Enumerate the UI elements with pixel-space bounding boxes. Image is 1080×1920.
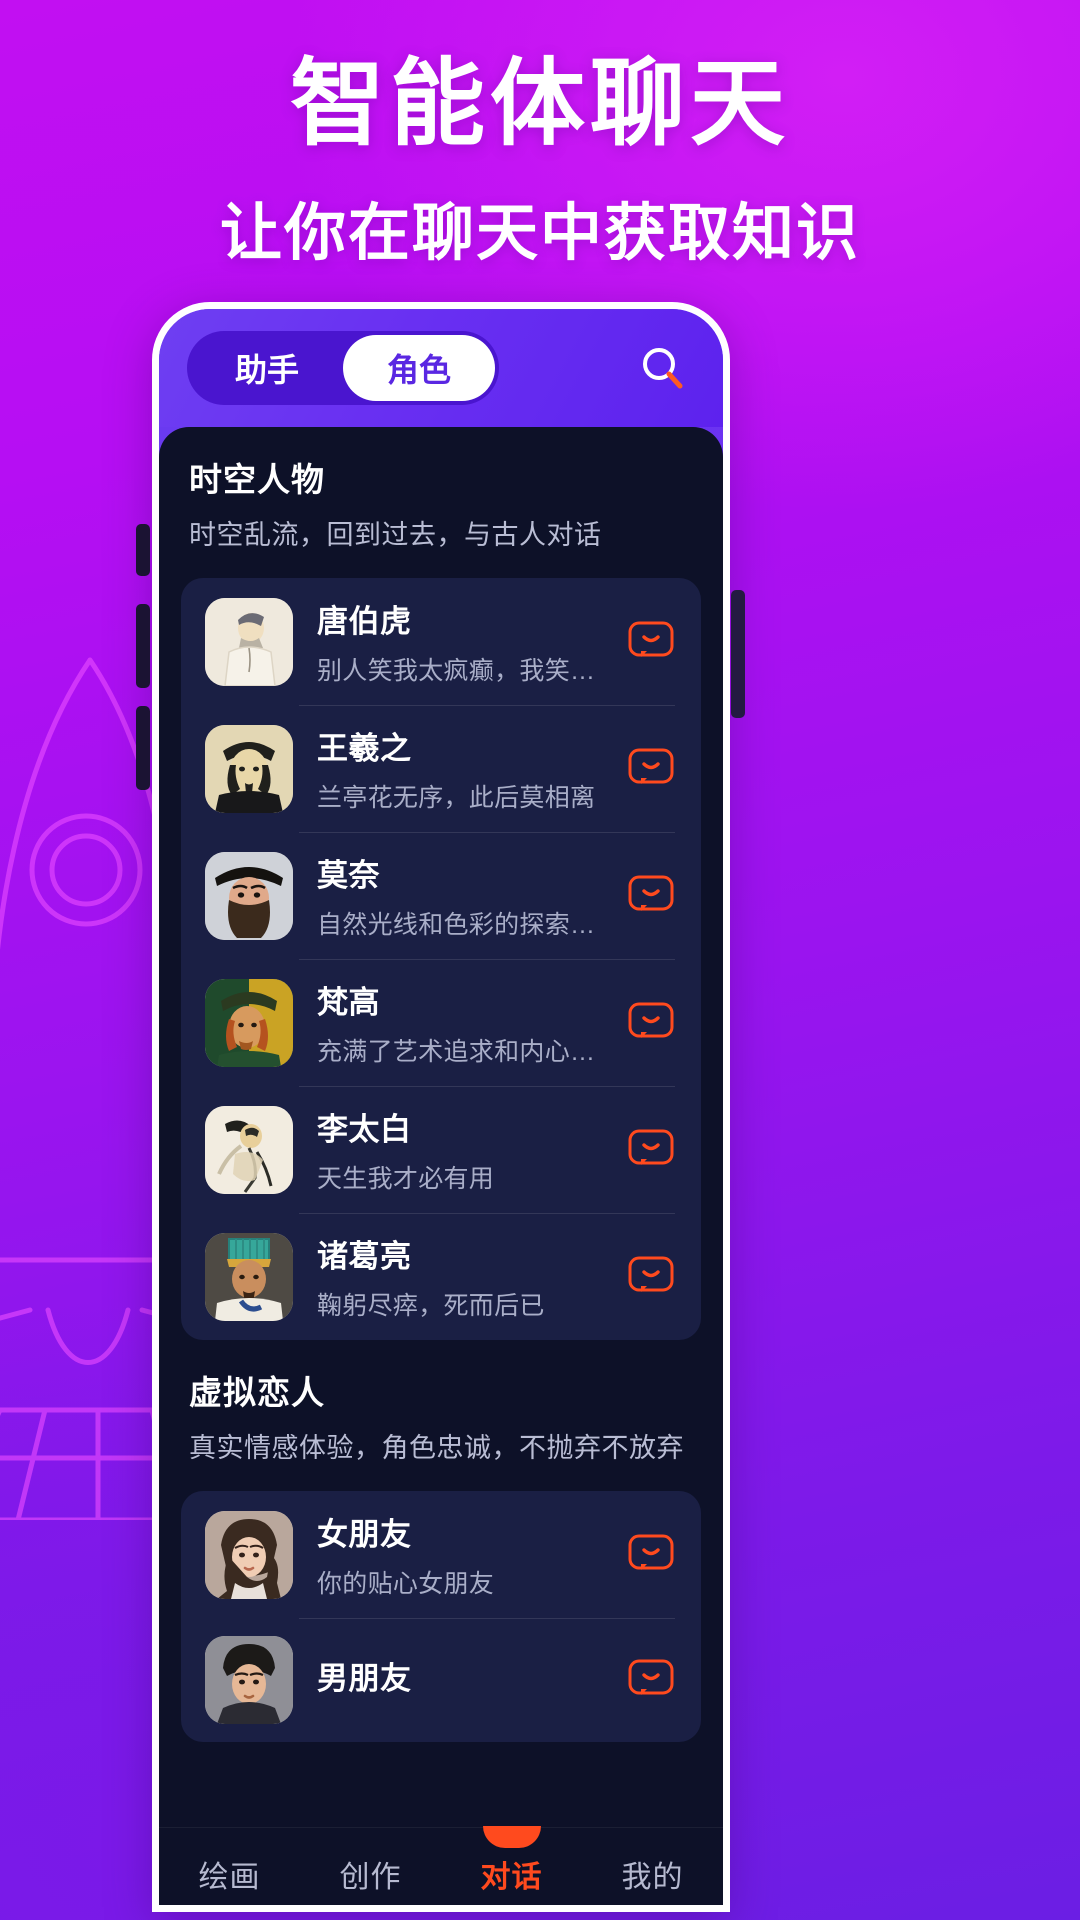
section-header-xuni: 虚拟恋人 真实情感体验，角色忠诚，不抛弃不放弃 [159,1340,723,1469]
list-item[interactable]: 王羲之 兰亭花无序，此后莫相离 [181,705,701,832]
list-item-text: 莫奈 自然光线和色彩的探索大师 [317,850,617,941]
phone-power-button [731,590,745,718]
avatar [205,978,293,1067]
chat-button[interactable] [627,1128,675,1172]
list-item-name: 王羲之 [317,731,412,766]
chat-bubble-icon [628,1534,674,1570]
chat-bubble-icon [628,1256,674,1292]
list-item-desc: 自然光线和色彩的探索大师 [317,911,617,939]
list-item-name: 唐伯虎 [317,604,412,639]
avatar [205,1510,293,1599]
phone-volume-up-button [136,604,150,688]
list-item-desc: 充满了艺术追求和内心的挣扎 [317,1038,617,1066]
character-card-xuni: 女朋友 你的贴心女朋友 男朋友 [181,1491,701,1742]
phone-volume-down-button [136,706,150,790]
list-item[interactable]: 梵高 充满了艺术追求和内心的挣扎 [181,959,701,1086]
section-subtitle: 真实情感体验，角色忠诚，不抛弃不放弃 [189,1433,684,1463]
avatar [205,597,293,686]
section-title: 时空人物 [189,461,325,498]
bottom-navigation-bar: 绘画 创作 对话 我的 [159,1827,723,1905]
list-item-desc: 别人笑我太疯癫，我笑他人看不穿 [317,657,617,685]
list-item[interactable]: 莫奈 自然光线和色彩的探索大师 [181,832,701,959]
list-item-text: 男朋友 [317,1653,617,1708]
list-item[interactable]: 女朋友 你的贴心女朋友 [181,1491,701,1618]
section-title: 虚拟恋人 [189,1374,325,1411]
list-item-desc: 兰亭花无序，此后莫相离 [317,784,596,812]
avatar [205,1636,293,1724]
promo-headline: 智能体聊天 [289,51,790,157]
section-subtitle: 时空乱流，回到过去，与古人对话 [189,520,602,550]
promo-text-block: 智能体聊天 让你在聊天中获取知识 [0,48,1080,272]
list-item-text: 唐伯虎 别人笑我太疯癫，我笑他人看不穿 [317,596,617,687]
list-item-text: 梵高 充满了艺术追求和内心的挣扎 [317,977,617,1068]
chat-bubble-icon [628,875,674,911]
nav-item-creation[interactable]: 创作 [300,1852,441,1896]
list-item-text: 李太白 天生我才必有用 [317,1104,617,1195]
list-item-desc: 鞠躬尽瘁，死而后已 [317,1292,545,1320]
list-item-name: 梵高 [317,985,380,1020]
list-item-text: 王羲之 兰亭花无序，此后莫相离 [317,723,617,814]
list-item-text: 女朋友 你的贴心女朋友 [317,1509,617,1600]
phone-mute-button [136,524,150,576]
chat-bubble-icon [628,748,674,784]
list-item[interactable]: 男朋友 [181,1618,701,1742]
avatar [205,1105,293,1194]
list-item[interactable]: 李太白 天生我才必有用 [181,1086,701,1213]
phone-mockup: 助手 角色 时空人物 时空乱流，回到过去，与古人对话 唐伯虎 别人笑我太疯癫，我… [152,302,730,1912]
list-item-desc: 天生我才必有用 [317,1165,495,1193]
search-button[interactable] [623,329,701,407]
list-item-name: 女朋友 [317,1517,412,1552]
avatar [205,851,293,940]
chat-button[interactable] [627,620,675,664]
avatar [205,1232,293,1321]
chat-button[interactable] [627,874,675,918]
chat-button[interactable] [627,1658,675,1702]
chat-button[interactable] [627,1533,675,1577]
chat-bubble-icon [628,1129,674,1165]
list-item-name: 男朋友 [317,1660,412,1696]
avatar-girlfriend-icon [205,1510,293,1599]
list-item[interactable]: 诸葛亮 鞠躬尽瘁，死而后已 [181,1213,701,1340]
section-header-shikong: 时空人物 时空乱流，回到过去，与古人对话 [159,427,723,556]
chat-button[interactable] [627,1001,675,1045]
avatar-zhugeliang-icon [205,1232,293,1321]
list-item-text: 诸葛亮 鞠躬尽瘁，死而后已 [317,1231,617,1322]
tab-role[interactable]: 角色 [343,335,496,401]
promo-subheadline: 让你在聊天中获取知识 [219,199,860,269]
list-item-desc: 你的贴心女朋友 [317,1570,495,1598]
avatar-litaibai-icon [205,1105,293,1194]
avatar-monet-icon [205,851,293,940]
chat-button[interactable] [627,1255,675,1299]
list-item-name: 诸葛亮 [317,1239,412,1274]
chat-bubble-icon [628,1002,674,1038]
nav-item-mine[interactable]: 我的 [582,1852,723,1896]
list-item[interactable]: 唐伯虎 别人笑我太疯癫，我笑他人看不穿 [181,578,701,705]
tab-switcher[interactable]: 助手 角色 [187,331,500,405]
avatar-vangogh-icon [205,978,293,1067]
chat-bubble-icon [628,621,674,657]
avatar-boyfriend-icon [205,1636,293,1724]
search-icon [643,348,683,389]
app-top-bar: 助手 角色 [159,309,723,427]
chat-button[interactable] [627,747,675,791]
avatar-tangbohu-icon [205,597,293,686]
avatar-wangxizhi-icon [205,724,293,813]
app-content-scroll[interactable]: 时空人物 时空乱流，回到过去，与古人对话 唐伯虎 别人笑我太疯癫，我笑他 王羲之… [159,427,723,1905]
list-item-name: 莫奈 [317,858,380,893]
chat-bubble-icon [628,1659,674,1695]
tab-assistant[interactable]: 助手 [191,335,343,401]
nav-item-chat[interactable]: 对话 [441,1852,582,1896]
list-item-name: 李太白 [317,1112,412,1147]
character-card-shikong: 唐伯虎 别人笑我太疯癫，我笑他人看不穿 [181,578,701,1340]
avatar [205,724,293,813]
nav-item-drawing[interactable]: 绘画 [159,1852,300,1896]
